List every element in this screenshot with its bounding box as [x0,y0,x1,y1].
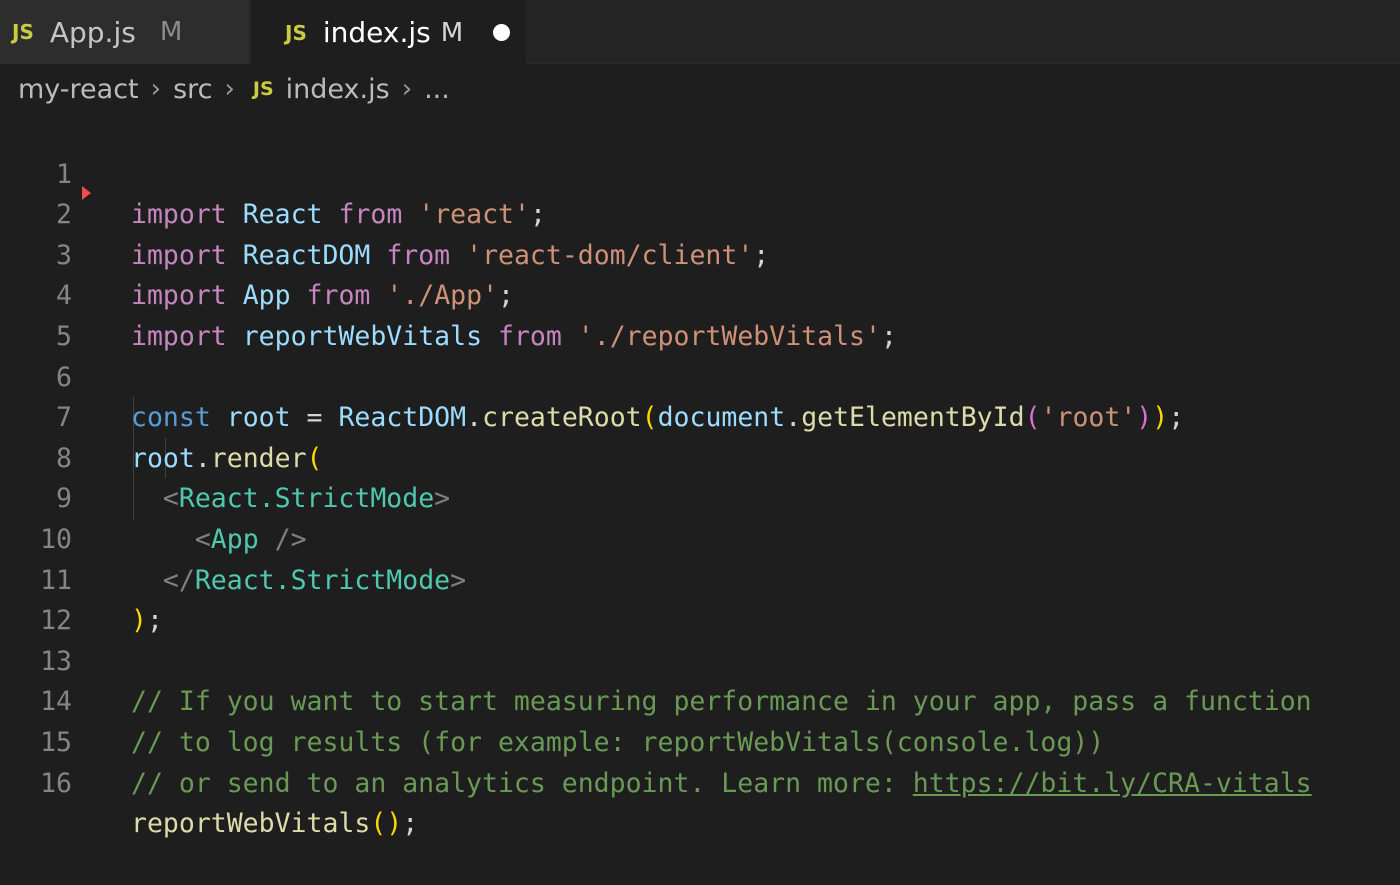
chevron-right-icon: › [150,74,162,104]
code-line: 3 import App from './App'; [0,195,1400,312]
breadcrumb: my-react › src › JS index.js › ... [18,66,450,112]
code-line: 11 ); [0,520,1400,637]
cra-vitals-link[interactable]: https://bit.ly/CRA-vitals [913,768,1312,799]
code-line: 15 // or send to an analytics endpoint. … [0,682,1400,799]
js-file-icon: JS [285,20,307,45]
code-line: 8 <React.StrictMode> [0,398,1400,515]
code-line: 13 // If you want to start measuring per… [0,601,1400,718]
tab-bar: JS App.js M JS index.js M [0,0,1400,65]
breadcrumb-file-index-js[interactable]: index.js [286,74,390,105]
line-content: reportWebVitals(); [131,808,419,840]
code-line: 16 reportWebVitals(); [0,723,1400,840]
code-line: 14 // to log results (for example: repor… [0,642,1400,758]
breadcrumb-folder-src[interactable]: src [173,74,212,105]
breadcrumb-folder-my-react[interactable]: my-react [18,74,139,105]
code-line: 4 import reportWebVitals from './reportW… [0,236,1400,352]
modified-indicator: M [440,17,464,48]
code-line: 10 </React.StrictMode> [0,479,1400,596]
modified-indicator: M [159,17,183,47]
breadcrumb-symbols-ellipsis[interactable]: ... [424,74,450,105]
code-editor[interactable]: 1 import React from 'react'; 2 import Re… [0,112,1400,840]
tab-label: App.js [49,15,136,49]
js-file-icon: JS [12,20,34,44]
code-line: 6 const root = ReactDOM.createRoot(docum… [0,317,1400,434]
tab-index-js[interactable]: JS index.js M [251,0,527,65]
js-file-icon: JS [252,78,274,100]
code-line: 7 root.render( [0,358,1400,474]
code-line: 9 <App /> [0,439,1400,555]
code-line: 2 import ReactDOM from 'react-dom/client… [0,155,1400,271]
tab-app-js[interactable]: JS App.js M [0,0,250,64]
chevron-right-icon: › [224,74,235,104]
tab-label: index.js [322,16,431,49]
code-line: 1 import React from 'react'; [0,114,1400,231]
line-number: 16 [40,767,72,799]
line-content: // or send to an analytics endpoint. Lea… [131,767,1312,799]
unsaved-dot-icon[interactable] [493,24,511,41]
code-line: 5 [0,276,1400,352]
chevron-right-icon: › [401,74,413,104]
code-line: 12 [0,561,1400,636]
